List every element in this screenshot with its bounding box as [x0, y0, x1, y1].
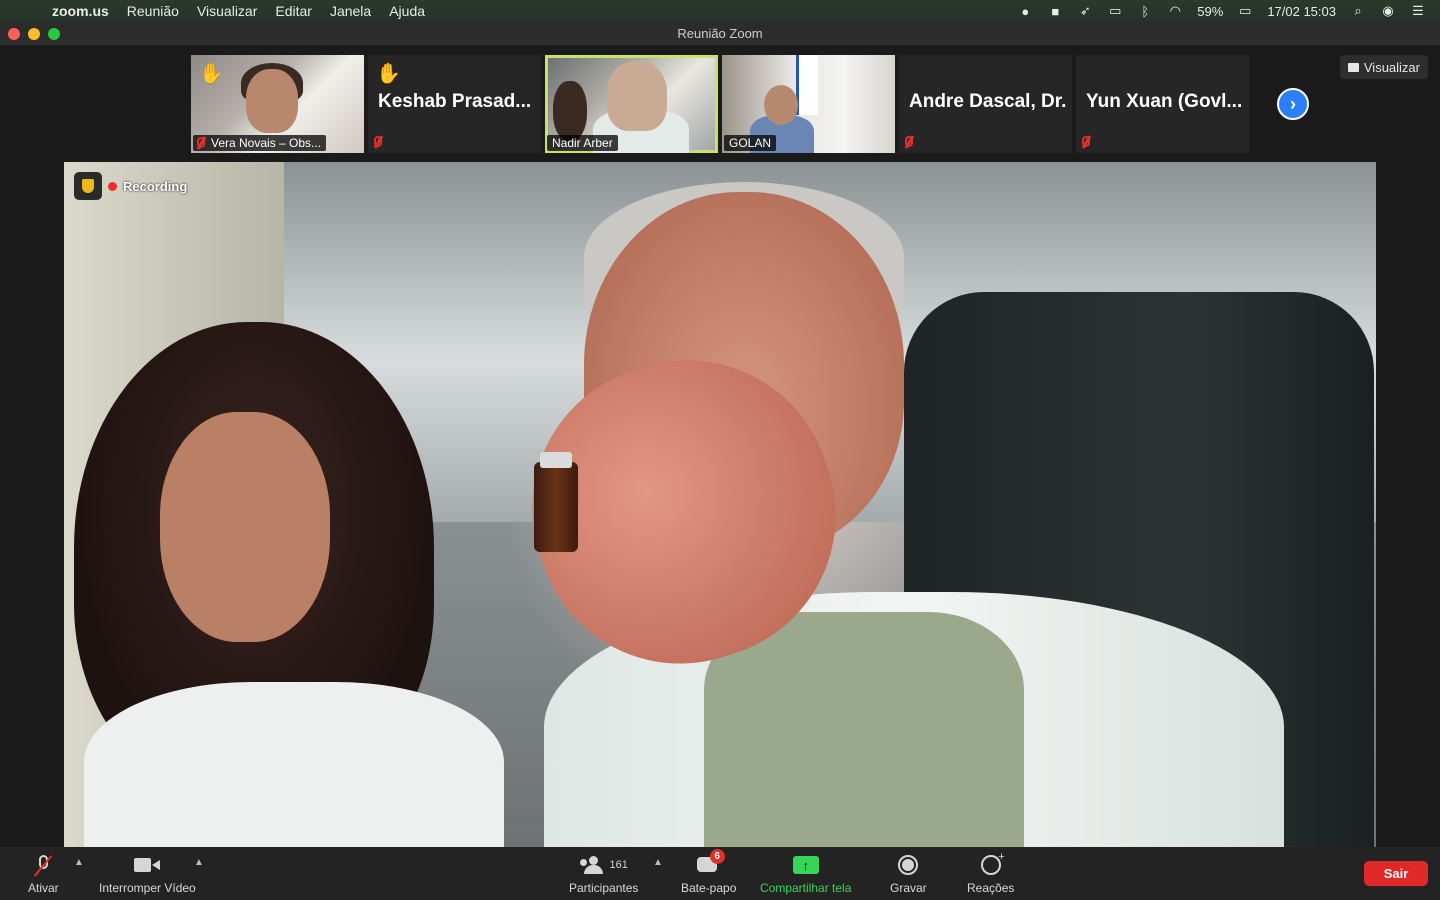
- participant-name: GOLAN: [724, 135, 777, 151]
- muted-mic-icon: [372, 135, 384, 149]
- control-center-icon[interactable]: ☰: [1410, 3, 1426, 18]
- medicine-vial: [534, 462, 578, 552]
- video-thumbnail-face: [607, 61, 667, 131]
- status-area: ● ■ ➶ ▭ ᛒ ◠ 59% ▭ 17/02 15:03 ⌕ ◉ ☰: [1017, 0, 1426, 22]
- menu-ajuda[interactable]: Ajuda: [389, 3, 425, 19]
- raised-hand-icon: ✋: [199, 63, 224, 85]
- next-page-arrow-icon[interactable]: ›: [1277, 88, 1309, 120]
- view-button[interactable]: Visualizar: [1339, 55, 1428, 79]
- unmute-label: Ativar: [28, 881, 59, 895]
- unmute-button[interactable]: Ativar: [28, 851, 59, 895]
- participant-tile[interactable]: ✋ Vera Novais – Obs...: [191, 55, 364, 153]
- participants-label: Participantes: [569, 881, 639, 895]
- zoom-camera-status-icon[interactable]: ■: [1047, 4, 1063, 19]
- share-screen-button[interactable]: ↑ Compartilhar tela: [760, 851, 851, 895]
- participant-name: Vera Novais – Obs...: [193, 135, 327, 151]
- meeting-area: Visualizar ✋ Vera Novais – Obs... ✋ Kesh…: [0, 47, 1440, 847]
- raised-hand-icon: ✋: [376, 63, 401, 85]
- clock[interactable]: 17/02 15:03: [1267, 4, 1336, 19]
- participant-name: Keshab Prasad...: [378, 91, 532, 112]
- record-button[interactable]: Gravar: [890, 851, 927, 895]
- battery-icon[interactable]: ▭: [1237, 3, 1253, 18]
- chat-bubble-icon: 6: [696, 849, 725, 875]
- airplay-icon[interactable]: ▭: [1107, 3, 1123, 18]
- woman-shirt: [84, 682, 504, 847]
- record-label: Gravar: [890, 881, 927, 895]
- spotlight-search-icon[interactable]: ⌕: [1350, 3, 1366, 18]
- video-thumbnail-face: [246, 69, 298, 133]
- menu-editar[interactable]: Editar: [275, 3, 312, 19]
- participant-name: Yun Xuan (Govl...: [1086, 91, 1243, 112]
- participant-strip: ✋ Vera Novais – Obs... ✋ Keshab Prasad..…: [191, 55, 1249, 153]
- participant-tile[interactable]: Yun Xuan (Govl...: [1076, 55, 1249, 153]
- muted-microphone-icon: [34, 854, 53, 877]
- reactions-label: Reações: [967, 881, 1015, 895]
- participant-tile[interactable]: ✋ Keshab Prasad...: [368, 55, 541, 153]
- recording-indicator: Recording: [74, 172, 187, 200]
- menu-zoom-us[interactable]: zoom.us: [52, 3, 109, 19]
- menu-reuniao[interactable]: Reunião: [127, 3, 179, 19]
- participant-tile[interactable]: GOLAN: [722, 55, 895, 153]
- share-screen-arrow-icon: ↑: [792, 856, 819, 874]
- muted-mic-icon: [1080, 135, 1092, 149]
- smiley-plus-icon: +: [980, 851, 1005, 875]
- muted-mic-icon: [903, 135, 915, 149]
- chat-button[interactable]: 6 Bate-papo: [681, 849, 737, 895]
- participants-options-chevron-icon[interactable]: ▲: [653, 857, 663, 868]
- record-status-icon[interactable]: ●: [1017, 4, 1033, 19]
- reactions-button[interactable]: + Reações: [967, 851, 1014, 895]
- participant-name: Nadir Arber: [547, 135, 618, 151]
- battery-percentage: 59%: [1197, 3, 1224, 19]
- video-thumbnail-face: [764, 85, 798, 125]
- recording-dot-icon: [108, 181, 117, 191]
- stop-video-button[interactable]: Interromper Vídeo: [99, 851, 196, 895]
- video-thumbnail-flag: [796, 55, 818, 115]
- chat-label: Bate-papo: [681, 881, 737, 895]
- leave-meeting-button[interactable]: Sair: [1364, 861, 1428, 886]
- menu-janela[interactable]: Janela: [330, 3, 371, 19]
- video-options-chevron-icon[interactable]: ▲: [194, 857, 204, 868]
- view-button-label: Visualizar: [1363, 59, 1420, 75]
- participants-count: 161: [609, 859, 628, 871]
- participant-tile[interactable]: Andre Dascal, Dr.: [899, 55, 1072, 153]
- menu-bar: zoom.us Reunião Visualizar Editar Janela…: [0, 0, 1440, 22]
- participants-button[interactable]: 161 Participantes: [569, 851, 638, 895]
- grid-view-icon: [1347, 62, 1359, 72]
- window-title: Reunião Zoom: [677, 26, 763, 41]
- cursor-tool-icon[interactable]: ➶: [1077, 3, 1093, 18]
- window-title-bar: Reunião Zoom: [0, 22, 1440, 46]
- share-screen-label: Compartilhar tela: [760, 881, 852, 895]
- security-shield-icon[interactable]: [74, 172, 102, 200]
- stop-video-label: Interromper Vídeo: [99, 881, 196, 895]
- man-shirt: [704, 612, 1024, 847]
- meeting-toolbar: Ativar ▲ Interromper Vídeo ▲ 161 Partici…: [0, 847, 1440, 900]
- siri-icon[interactable]: ◉: [1380, 3, 1396, 18]
- chat-unread-badge: 6: [709, 849, 725, 864]
- video-thumbnail-person: [553, 81, 587, 141]
- woman-face: [160, 412, 330, 642]
- audio-options-chevron-icon[interactable]: ▲: [74, 857, 84, 868]
- bluetooth-icon[interactable]: ᛒ: [1137, 4, 1153, 19]
- participant-name: Andre Dascal, Dr.: [909, 91, 1067, 112]
- record-icon: [898, 855, 919, 875]
- participants-icon: [579, 856, 606, 874]
- menu-visualizar[interactable]: Visualizar: [197, 3, 257, 19]
- recording-label: Recording: [123, 178, 188, 194]
- medicine-vial-cap: [540, 452, 572, 468]
- video-camera-icon: [134, 857, 161, 873]
- muted-mic-icon: [195, 136, 207, 150]
- active-speaker-video: [64, 162, 1376, 847]
- participant-tile-active-speaker[interactable]: Nadir Arber: [545, 55, 718, 153]
- wifi-icon[interactable]: ◠: [1167, 3, 1183, 18]
